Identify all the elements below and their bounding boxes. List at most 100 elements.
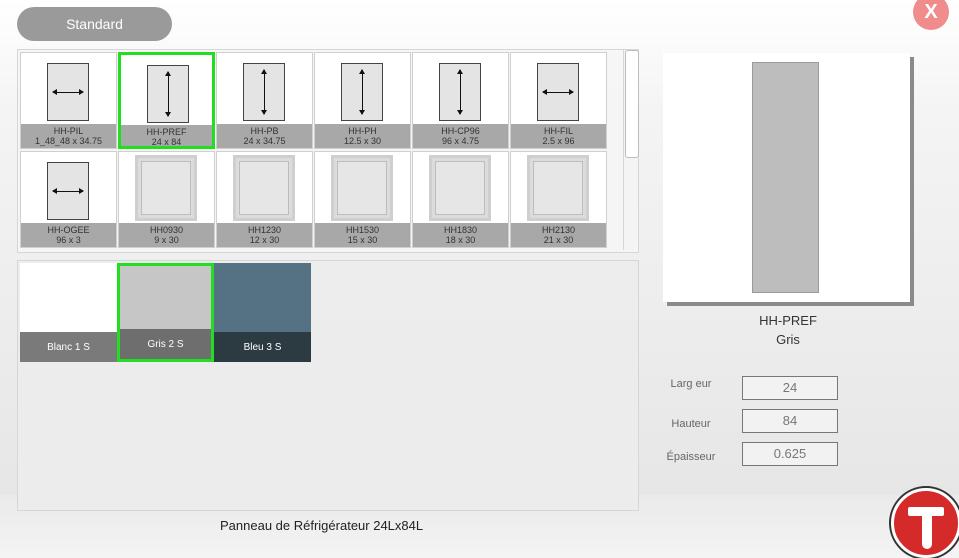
product-label: HH0930 9 x 30 xyxy=(119,223,214,247)
product-label: HH1530 15 x 30 xyxy=(315,223,410,247)
product-tile-hh-pb[interactable]: HH-PB 24 x 34.75 xyxy=(216,52,313,149)
panel-drawing xyxy=(147,65,189,123)
panel-drawing xyxy=(47,63,89,121)
product-thumbnail xyxy=(21,53,116,125)
product-label: HH-CP96 96 x 4.75 xyxy=(413,124,508,148)
color-swatch-label: Gris 2 S xyxy=(120,329,211,359)
product-thumbnail xyxy=(21,152,116,224)
product-preview xyxy=(663,53,910,302)
product-caption: Panneau de Réfrigérateur 24Lx84L xyxy=(220,518,424,533)
door-frame-image xyxy=(429,155,491,221)
product-tile-hh1230[interactable]: HH1230 12 x 30 xyxy=(216,151,313,248)
width-label: Larg eur xyxy=(670,378,712,390)
product-thumbnail xyxy=(315,152,410,224)
height-label: Hauteur xyxy=(671,418,711,430)
door-frame-image xyxy=(527,155,589,221)
product-name: HH-PIL xyxy=(53,126,84,136)
product-tile-hh-cp96[interactable]: HH-CP96 96 x 4.75 xyxy=(412,52,509,149)
width-field[interactable]: 24 xyxy=(742,376,838,400)
product-dimensions: 12.5 x 30 xyxy=(343,136,382,146)
color-swatch-gris-2-s[interactable]: Gris 2 S xyxy=(117,263,214,362)
product-label: HH-OGEE 96 x 3 xyxy=(21,223,116,247)
product-label: HH-PB 24 x 34.75 xyxy=(217,124,312,148)
product-dimensions: 18 x 30 xyxy=(445,235,476,245)
door-frame-image xyxy=(233,155,295,221)
product-name: HH-PB xyxy=(250,126,279,136)
product-label: HH1830 18 x 30 xyxy=(413,223,508,247)
standard-button[interactable]: Standard xyxy=(17,7,172,41)
product-name: HH-FIL xyxy=(544,126,573,136)
color-swatch-label: Blanc 1 S xyxy=(20,332,117,362)
product-thumbnail xyxy=(511,53,606,125)
panel-drawing xyxy=(47,162,89,220)
product-grid-panel: HH-PIL 1_48_48 x 34.75 HH-PREF 24 x 84 HH-PB… xyxy=(17,49,639,253)
product-tile-hh-ph[interactable]: HH-PH 12.5 x 30 xyxy=(314,52,411,149)
product-dimensions: 96 x 4.75 xyxy=(441,136,480,146)
logo-t-stem xyxy=(922,511,932,549)
product-name: HH1830 xyxy=(443,225,478,235)
product-label: HH-PREF 24 x 84 xyxy=(121,125,212,147)
product-label: HH-PH 12.5 x 30 xyxy=(315,124,410,148)
product-label: HH-PIL 1_48_48 x 34.75 xyxy=(21,124,116,148)
product-tile-hh0930[interactable]: HH0930 9 x 30 xyxy=(118,151,215,248)
product-thumbnail xyxy=(511,152,606,224)
product-thumbnail xyxy=(413,53,508,125)
product-tile-hh-fil[interactable]: HH-FIL 2.5 x 96 xyxy=(510,52,607,149)
product-grid-scrollbar[interactable] xyxy=(623,50,639,250)
thickness-field[interactable]: 0.625 xyxy=(742,442,838,466)
product-dimensions: 21 x 30 xyxy=(543,235,574,245)
horizontal-arrow-icon xyxy=(52,89,84,95)
panel-drawing xyxy=(341,63,383,121)
product-thumbnail xyxy=(217,53,312,125)
height-field[interactable]: 84 xyxy=(742,409,838,433)
color-swatch-label: Bleu 3 S xyxy=(214,332,311,362)
brand-logo[interactable] xyxy=(891,488,959,558)
product-tile-hh1530[interactable]: HH1530 15 x 30 xyxy=(314,151,411,248)
product-thumbnail xyxy=(119,152,214,224)
product-tile-hh-ogee[interactable]: HH-OGEE 96 x 3 xyxy=(20,151,117,248)
color-swatch-bleu-3-s[interactable]: Bleu 3 S xyxy=(214,263,311,362)
scrollbar-thumb[interactable] xyxy=(625,50,639,158)
product-name: HH-PH xyxy=(348,126,377,136)
product-tile-hh2130[interactable]: HH2130 21 x 30 xyxy=(510,151,607,248)
horizontal-arrow-icon xyxy=(52,188,84,194)
product-tile-hh-pref[interactable]: HH-PREF 24 x 84 xyxy=(118,52,215,149)
panel-drawing xyxy=(439,63,481,121)
color-swatch-blanc-1-s[interactable]: Blanc 1 S xyxy=(20,263,117,362)
panel-drawing xyxy=(537,63,579,121)
product-tile-hh-pil[interactable]: HH-PIL 1_48_48 x 34.75 xyxy=(20,52,117,149)
product-grid: HH-PIL 1_48_48 x 34.75 HH-PREF 24 x 84 HH-PB… xyxy=(20,52,608,250)
product-dimensions: 24 x 84 xyxy=(151,137,182,147)
product-dimensions: 96 x 3 xyxy=(56,235,81,245)
product-name: HH0930 xyxy=(149,225,184,235)
product-name: HH1230 xyxy=(247,225,282,235)
door-frame-image xyxy=(331,155,393,221)
product-label: HH2130 21 x 30 xyxy=(511,223,606,247)
product-thumbnail xyxy=(315,53,410,125)
product-label: HH-FIL 2.5 x 96 xyxy=(511,124,606,148)
product-tile-hh1830[interactable]: HH1830 18 x 30 xyxy=(412,151,509,248)
panel-drawing xyxy=(243,63,285,121)
selected-color-name: Gris xyxy=(776,332,800,347)
selected-product-name: HH-PREF xyxy=(759,313,817,328)
product-dimensions: 15 x 30 xyxy=(347,235,378,245)
preview-panel-shape xyxy=(752,62,819,293)
vertical-arrow-icon xyxy=(457,69,463,115)
product-thumbnail xyxy=(413,152,508,224)
product-label: HH1230 12 x 30 xyxy=(217,223,312,247)
horizontal-arrow-icon xyxy=(542,89,574,95)
product-name: HH-PREF xyxy=(146,127,187,137)
product-name: HH2130 xyxy=(541,225,576,235)
product-thumbnail xyxy=(217,152,312,224)
product-name: HH-CP96 xyxy=(441,126,480,136)
product-dimensions: 1_48_48 x 34.75 xyxy=(34,136,103,146)
product-dimensions: 9 x 30 xyxy=(154,235,179,245)
product-dimensions: 2.5 x 96 xyxy=(542,136,575,146)
product-name: HH-OGEE xyxy=(47,225,90,235)
door-frame-image xyxy=(135,155,197,221)
color-swatch-panel: Blanc 1 S Gris 2 S Bleu 3 S xyxy=(17,260,639,511)
product-name: HH1530 xyxy=(345,225,380,235)
product-dimensions: 24 x 34.75 xyxy=(243,136,286,146)
product-dimensions: 12 x 30 xyxy=(249,235,280,245)
product-thumbnail xyxy=(121,55,212,127)
